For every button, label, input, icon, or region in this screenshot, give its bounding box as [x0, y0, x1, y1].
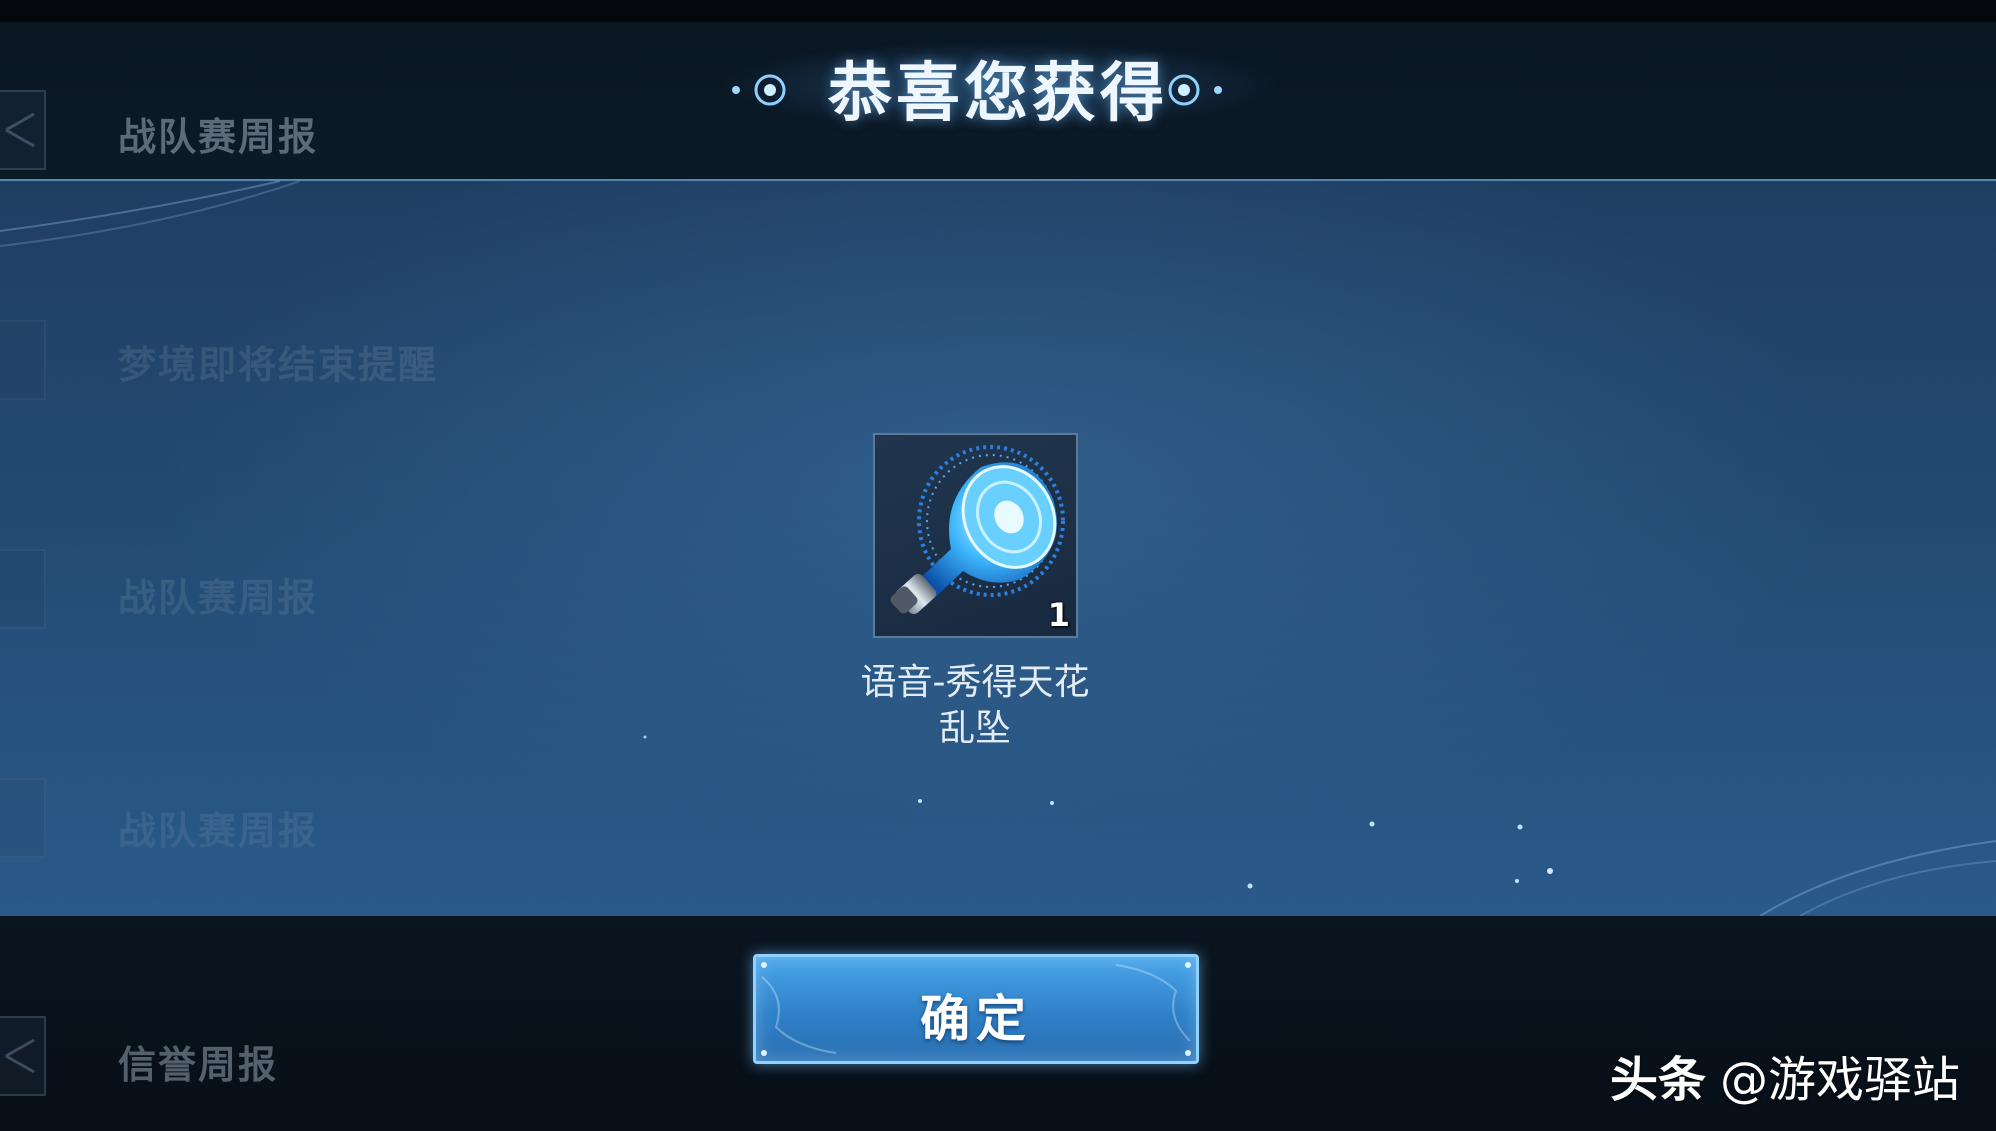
confirm-button[interactable]: 确定 [753, 954, 1199, 1064]
list-item: 战队赛周报 [0, 545, 560, 655]
mail-icon [0, 778, 46, 858]
mail-icon [0, 320, 46, 400]
list-item-label: 战队赛周报 [118, 576, 319, 620]
top-strip [0, 0, 1996, 22]
dialog-title-area: 恭喜您获得 [560, 30, 1436, 140]
list-item-label: 信誉周报 [118, 1043, 279, 1087]
confirm-label: 确定 [920, 990, 1032, 1048]
reward-name-line2: 乱坠 [938, 708, 1011, 749]
speaker-horn-icon [890, 445, 1065, 615]
reward-name-line1: 语音-秀得天花 [860, 662, 1090, 703]
list-item: 战队赛周报 [0, 70, 560, 180]
list-item-label: 梦境即将结束提醒 [118, 343, 439, 387]
list-item-label: 战队赛周报 [118, 115, 319, 159]
reward-screen: 战队赛周报 恭喜您获得 梦境即将结束提醒 战队赛周报 战队赛周报 1 语音-秀得… [0, 0, 1996, 1131]
list-item: 梦境即将结束提醒 [0, 310, 560, 420]
title-right-ornament-icon [1168, 74, 1394, 106]
list-item: 信誉周报 [0, 1010, 560, 1120]
watermark-handle: @游戏驿站 [1719, 1052, 1960, 1108]
list-item-label: 战队赛周报 [118, 809, 319, 853]
reward-item-card[interactable]: 1 [873, 433, 1078, 638]
list-item: 战队赛周报 [0, 778, 560, 888]
mail-icon [0, 549, 46, 629]
watermark: 头条 @游戏驿站 [1610, 1040, 1960, 1110]
mail-icon [0, 1016, 46, 1096]
watermark-brand: 头条 [1609, 1052, 1706, 1108]
mail-icon [0, 90, 46, 170]
reward-count: 1 [1047, 596, 1070, 634]
reward-name: 语音-秀得天花 乱坠 [775, 660, 1175, 752]
